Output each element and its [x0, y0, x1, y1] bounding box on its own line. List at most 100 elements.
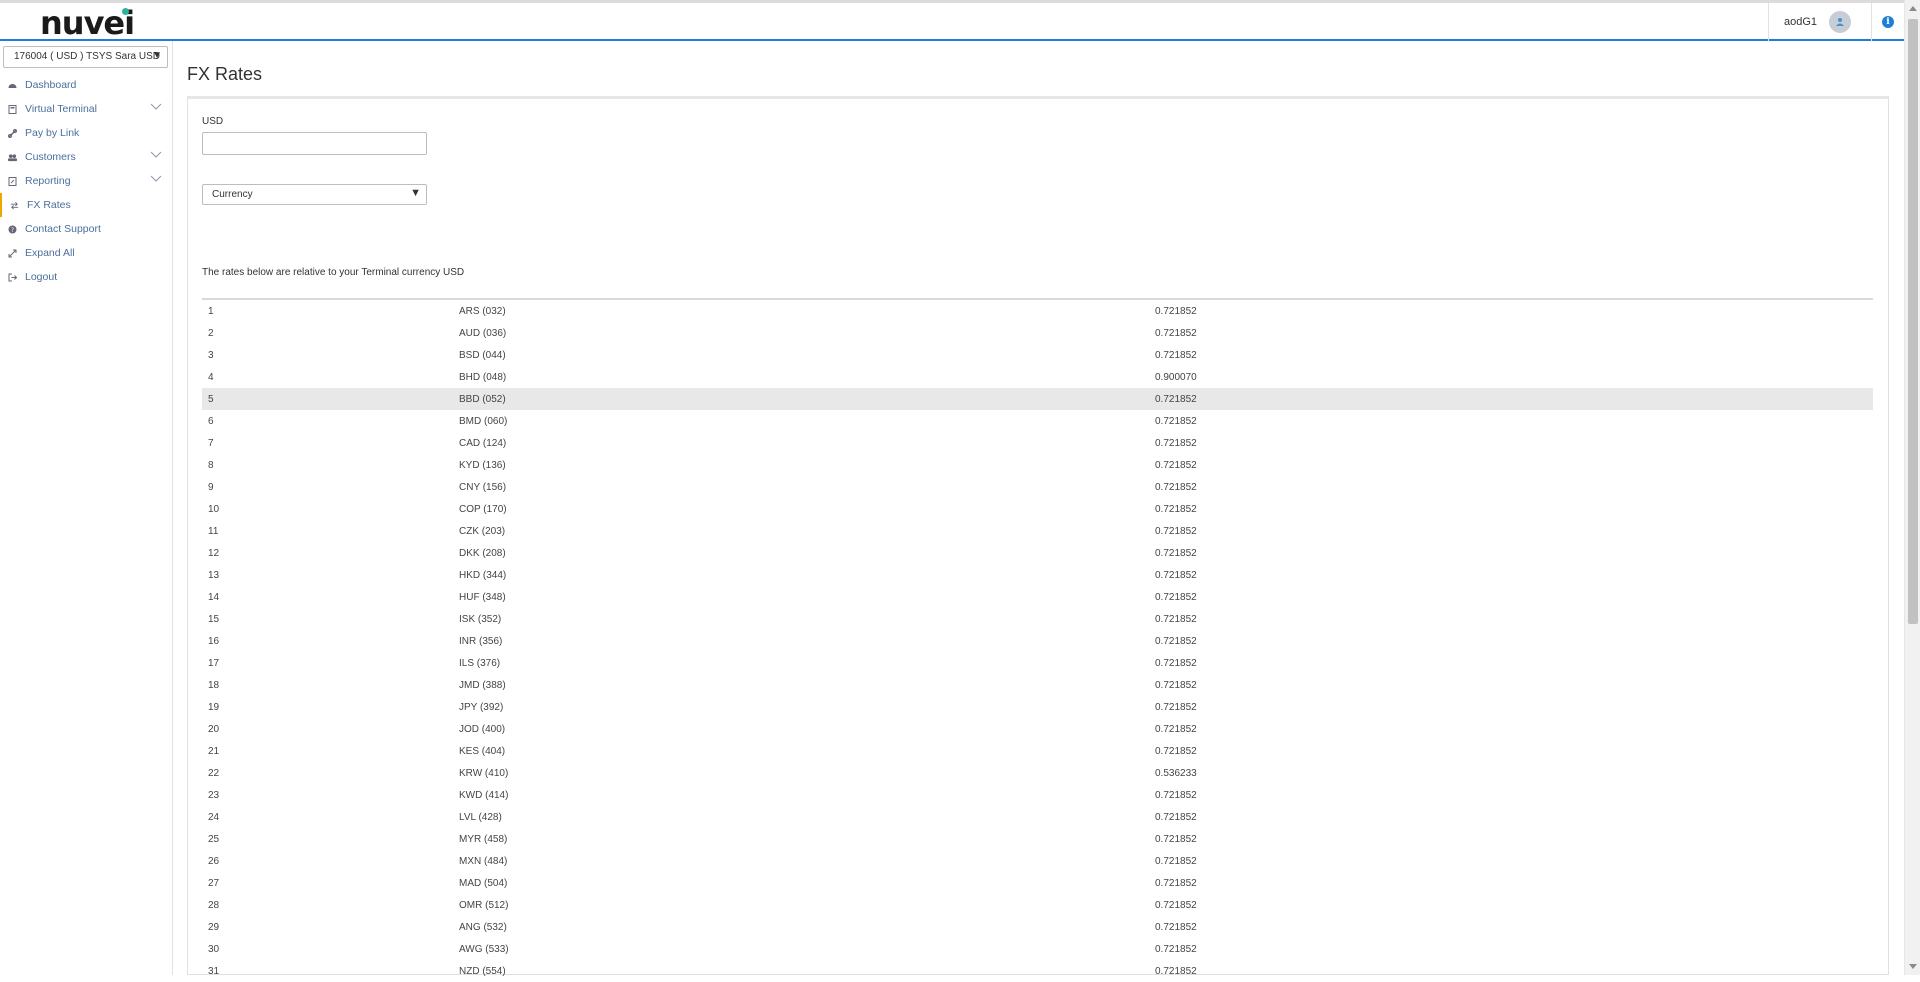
row-index: 29 — [208, 922, 220, 933]
currency-select[interactable]: Currency ▼ — [202, 184, 427, 205]
row-index: 16 — [208, 636, 220, 647]
table-row[interactable]: 29 ANG (532) 0.721852 — [202, 916, 1873, 938]
avatar[interactable] — [1829, 11, 1851, 33]
row-index: 25 — [208, 834, 220, 845]
currency-code: HKD (344) — [459, 570, 507, 581]
row-index: 28 — [208, 900, 220, 911]
table-row[interactable]: 1 ARS (032) 0.721852 — [202, 300, 1873, 322]
sidebar-item-customers[interactable]: Customers — [0, 145, 172, 169]
scroll-up-icon[interactable] — [1909, 6, 1917, 11]
sidebar-item-dashboard[interactable]: Dashboard — [0, 73, 172, 97]
table-row[interactable]: 23 KWD (414) 0.721852 — [202, 784, 1873, 806]
fx-rate: 0.721852 — [1155, 724, 1197, 735]
table-row[interactable]: 21 KES (404) 0.721852 — [202, 740, 1873, 762]
row-index: 20 — [208, 724, 220, 735]
nuvei-logo[interactable]: nuvei — [40, 7, 135, 39]
table-row[interactable]: 4 BHD (048) 0.900070 — [202, 366, 1873, 388]
sidebar-item-label: Reporting — [25, 175, 71, 187]
sidebar-item-label: Logout — [25, 271, 58, 283]
table-row[interactable]: 10 COP (170) 0.721852 — [202, 498, 1873, 520]
table-row[interactable]: 7 CAD (124) 0.721852 — [202, 432, 1873, 454]
rates-note: The rates below are relative to your Ter… — [202, 267, 465, 278]
scroll-down-icon[interactable] — [1909, 964, 1917, 969]
table-row[interactable]: 24 LVL (428) 0.721852 — [202, 806, 1873, 828]
amount-input[interactable] — [202, 132, 427, 155]
table-row[interactable]: 2 AUD (036) 0.721852 — [202, 322, 1873, 344]
table-row[interactable]: 19 JPY (392) 0.721852 — [202, 696, 1873, 718]
row-index: 22 — [208, 768, 220, 779]
row-index: 12 — [208, 548, 220, 559]
fx-rate: 0.721852 — [1155, 900, 1197, 911]
row-index: 1 — [208, 306, 214, 317]
row-index: 18 — [208, 680, 220, 691]
chevron-down-icon[interactable] — [150, 174, 162, 186]
scrollbar-thumb[interactable] — [1908, 19, 1918, 624]
fx-rate: 0.721852 — [1155, 746, 1197, 757]
logout-icon — [8, 273, 17, 282]
currency-code: CZK (203) — [459, 526, 506, 537]
fx-rate: 0.536233 — [1155, 768, 1197, 779]
amount-label: USD — [202, 116, 224, 127]
table-row[interactable]: 8 KYD (136) 0.721852 — [202, 454, 1873, 476]
user-menu[interactable]: aodG1 — [1767, 3, 1872, 41]
row-index: 15 — [208, 614, 220, 625]
row-index: 6 — [208, 416, 214, 427]
fx-rate: 0.721852 — [1155, 306, 1197, 317]
sidebar-item-expand-all[interactable]: Expand All — [0, 241, 172, 265]
sidebar-item-logout[interactable]: Logout — [0, 265, 172, 289]
sidebar-item-virtual-terminal[interactable]: Virtual Terminal — [0, 97, 172, 121]
currency-code: LVL (428) — [459, 812, 502, 823]
table-row[interactable]: 30 AWG (533) 0.721852 — [202, 938, 1873, 960]
currency-code: ANG (532) — [459, 922, 507, 933]
currency-code: ARS (032) — [459, 306, 506, 317]
table-row[interactable]: 6 BMD (060) 0.721852 — [202, 410, 1873, 432]
table-row[interactable]: 22 KRW (410) 0.536233 — [202, 762, 1873, 784]
currency-code: JPY (392) — [459, 702, 504, 713]
table-row[interactable]: 26 MXN (484) 0.721852 — [202, 850, 1873, 872]
table-row[interactable]: 27 MAD (504) 0.721852 — [202, 872, 1873, 894]
sidebar-item-label: Virtual Terminal — [25, 103, 97, 115]
sidebar-item-pay-by-link[interactable]: Pay by Link — [0, 121, 172, 145]
table-row[interactable]: 28 OMR (512) 0.721852 — [202, 894, 1873, 916]
currency-code: DKK (208) — [459, 548, 506, 559]
chevron-down-icon[interactable] — [150, 150, 162, 162]
table-row[interactable]: 14 HUF (348) 0.721852 — [202, 586, 1873, 608]
table-row[interactable]: 5 BBD (052) 0.721852 — [202, 388, 1873, 410]
table-row[interactable]: 25 MYR (458) 0.721852 — [202, 828, 1873, 850]
fx-rate: 0.721852 — [1155, 526, 1197, 537]
table-row[interactable]: 3 BSD (044) 0.721852 — [202, 344, 1873, 366]
svg-text:?: ? — [11, 227, 14, 234]
table-row[interactable]: 20 JOD (400) 0.721852 — [202, 718, 1873, 740]
table-row[interactable]: 18 JMD (388) 0.721852 — [202, 674, 1873, 696]
fx-rate: 0.721852 — [1155, 482, 1197, 493]
table-row[interactable]: 9 CNY (156) 0.721852 — [202, 476, 1873, 498]
sidebar: 176004 ( USD ) TSYS Sara USD ▼ Dashboard… — [0, 41, 173, 975]
currency-code: MXN (484) — [459, 856, 508, 867]
help-icon: ? — [8, 225, 17, 234]
table-row[interactable]: 12 DKK (208) 0.721852 — [202, 542, 1873, 564]
currency-code: CAD (124) — [459, 438, 507, 449]
row-index: 9 — [208, 482, 214, 493]
currency-code: BBD (052) — [459, 394, 506, 405]
report-icon — [8, 176, 17, 186]
table-row[interactable]: 11 CZK (203) 0.721852 — [202, 520, 1873, 542]
sidebar-item-reporting[interactable]: Reporting — [0, 169, 172, 193]
fx-rate: 0.721852 — [1155, 394, 1197, 405]
table-row[interactable]: 17 ILS (376) 0.721852 — [202, 652, 1873, 674]
currency-code: BSD (044) — [459, 350, 506, 361]
fx-rate: 0.721852 — [1155, 636, 1197, 647]
table-row[interactable]: 16 INR (356) 0.721852 — [202, 630, 1873, 652]
table-row[interactable]: 15 ISK (352) 0.721852 — [202, 608, 1873, 630]
fx-rate: 0.721852 — [1155, 350, 1197, 361]
table-row[interactable]: 13 HKD (344) 0.721852 — [202, 564, 1873, 586]
info-icon[interactable]: i — [1882, 16, 1894, 28]
sidebar-item-label: Contact Support — [25, 223, 101, 235]
table-row[interactable]: 31 NZD (554) 0.721852 — [202, 960, 1873, 982]
sidebar-item-fx-rates[interactable]: FX Rates — [0, 193, 172, 217]
terminal-select[interactable]: 176004 ( USD ) TSYS Sara USD ▼ — [3, 46, 168, 68]
logo-dot — [122, 8, 129, 15]
chevron-down-icon[interactable] — [150, 102, 162, 114]
vertical-scrollbar[interactable] — [1904, 0, 1920, 975]
fx-rate: 0.721852 — [1155, 614, 1197, 625]
sidebar-item-contact-support[interactable]: ? Contact Support — [0, 217, 172, 241]
